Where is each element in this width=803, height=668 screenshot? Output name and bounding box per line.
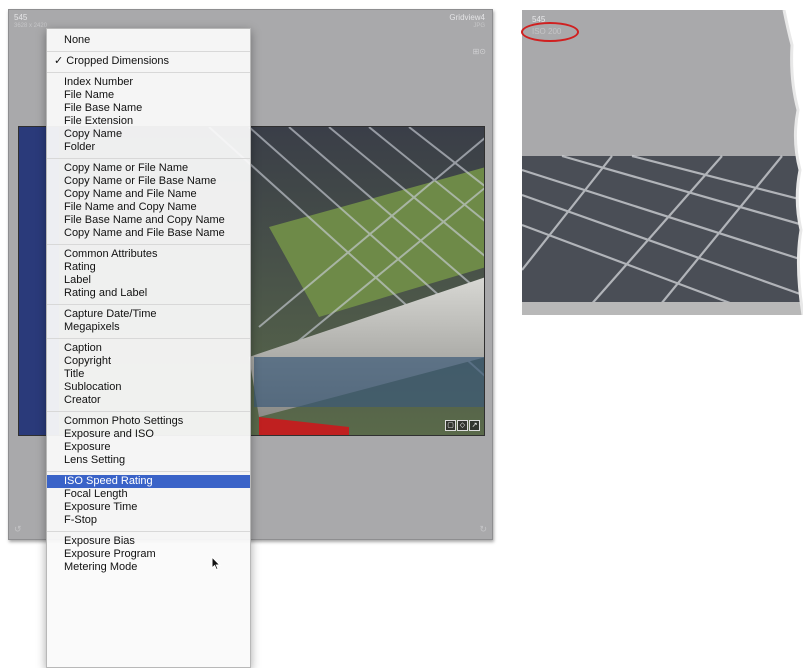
menu-separator <box>47 304 250 305</box>
menu-separator <box>47 411 250 412</box>
menu-item-iso-speed-rating[interactable]: ISO Speed Rating <box>47 475 250 488</box>
menu-item-label: Cropped Dimensions <box>66 55 169 67</box>
menu-item-sublocation[interactable]: Sublocation <box>47 381 250 394</box>
grid-extras-dropdown-menu[interactable]: None ✓ Cropped Dimensions Index Number F… <box>46 28 251 668</box>
menu-item-megapixels[interactable]: Megapixels <box>47 321 250 334</box>
menu-separator <box>47 244 250 245</box>
menu-group-photo-settings: Common Photo Settings Exposure and ISO E… <box>47 415 250 467</box>
crop-badge-icon[interactable]: ▢ <box>445 420 456 431</box>
menu-item-file-base-name[interactable]: File Base Name <box>47 102 250 115</box>
metadata-badge-icon[interactable]: ↗ <box>469 420 480 431</box>
cell-extension: JPG <box>473 23 485 29</box>
rotate-left-icon[interactable]: ↺ <box>14 524 22 535</box>
cell-dimensions: 3628 x 2420 <box>14 23 48 29</box>
menu-separator <box>47 338 250 339</box>
thumbnail-badges: ▢ ◇ ↗ <box>445 420 480 431</box>
adjusted-badge-icon[interactable]: ◇ <box>457 420 468 431</box>
menu-group-copy-names: Copy Name or File Name Copy Name or File… <box>47 162 250 240</box>
menu-group-cropped: ✓ Cropped Dimensions <box>47 55 250 68</box>
menu-group-capture: Capture Date/Time Megapixels <box>47 308 250 334</box>
menu-item-copy-name-or-file-base-name[interactable]: Copy Name or File Base Name <box>47 175 250 188</box>
menu-item-focal-length[interactable]: Focal Length <box>47 488 250 501</box>
menu-item-exposure[interactable]: Exposure <box>47 441 250 454</box>
menu-item-creator[interactable]: Creator <box>47 394 250 407</box>
menu-item-folder[interactable]: Folder <box>47 141 250 154</box>
menu-item-label[interactable]: Label <box>47 274 250 287</box>
menu-item-copy-name[interactable]: Copy Name <box>47 128 250 141</box>
menu-item-copy-name-or-file-name[interactable]: Copy Name or File Name <box>47 162 250 175</box>
menu-item-copyright[interactable]: Copyright <box>47 355 250 368</box>
menu-item-exposure-time[interactable]: Exposure Time <box>47 501 250 514</box>
menu-item-copy-name-and-file-name[interactable]: Copy Name and File Name <box>47 188 250 201</box>
menu-separator <box>47 158 250 159</box>
cell-index-number: 545 <box>14 13 28 22</box>
menu-group-none: None <box>47 34 250 47</box>
menu-group-exif: ISO Speed Rating Focal Length Exposure T… <box>47 475 250 527</box>
menu-item-lens-setting[interactable]: Lens Setting <box>47 454 250 467</box>
menu-item-common-photo-settings[interactable]: Common Photo Settings <box>47 415 250 428</box>
menu-item-exposure-and-iso[interactable]: Exposure and ISO <box>47 428 250 441</box>
menu-item-file-name[interactable]: File Name <box>47 89 250 102</box>
rotate-right-icon[interactable]: ↻ <box>479 524 487 535</box>
menu-item-file-base-name-and-copy-name[interactable]: File Base Name and Copy Name <box>47 214 250 227</box>
menu-item-file-name-and-copy-name[interactable]: File Name and Copy Name <box>47 201 250 214</box>
metadata-icons: ⊞⊙ <box>472 47 486 56</box>
menu-item-copy-name-and-file-base-name[interactable]: Copy Name and File Base Name <box>47 227 250 240</box>
menu-item-f-stop[interactable]: F-Stop <box>47 514 250 527</box>
menu-item-exposure-bias[interactable]: Exposure Bias <box>47 535 250 548</box>
torn-paper-icon <box>522 10 803 315</box>
menu-separator <box>47 471 250 472</box>
menu-item-file-extension[interactable]: File Extension <box>47 115 250 128</box>
mouse-cursor-icon <box>211 556 221 571</box>
zoom-detail: 545 ISO 200 <box>521 10 803 315</box>
cell-filename: Gridview4 <box>449 13 485 22</box>
menu-item-title[interactable]: Title <box>47 368 250 381</box>
menu-item-common-attributes[interactable]: Common Attributes <box>47 248 250 261</box>
annotation-circle <box>521 22 579 42</box>
menu-group-iptc: Caption Copyright Title Sublocation Crea… <box>47 342 250 407</box>
menu-separator <box>47 531 250 532</box>
menu-item-rating-and-label[interactable]: Rating and Label <box>47 287 250 300</box>
menu-item-index-number[interactable]: Index Number <box>47 76 250 89</box>
menu-group-file: Index Number File Name File Base Name Fi… <box>47 76 250 154</box>
menu-item-rating[interactable]: Rating <box>47 261 250 274</box>
menu-group-attributes: Common Attributes Rating Label Rating an… <box>47 248 250 300</box>
checkmark-icon: ✓ <box>54 55 64 67</box>
menu-item-none[interactable]: None <box>47 34 250 47</box>
menu-separator <box>47 51 250 52</box>
menu-item-cropped-dimensions[interactable]: ✓ Cropped Dimensions <box>47 55 250 68</box>
menu-item-caption[interactable]: Caption <box>47 342 250 355</box>
menu-separator <box>47 72 250 73</box>
menu-item-capture-date-time[interactable]: Capture Date/Time <box>47 308 250 321</box>
